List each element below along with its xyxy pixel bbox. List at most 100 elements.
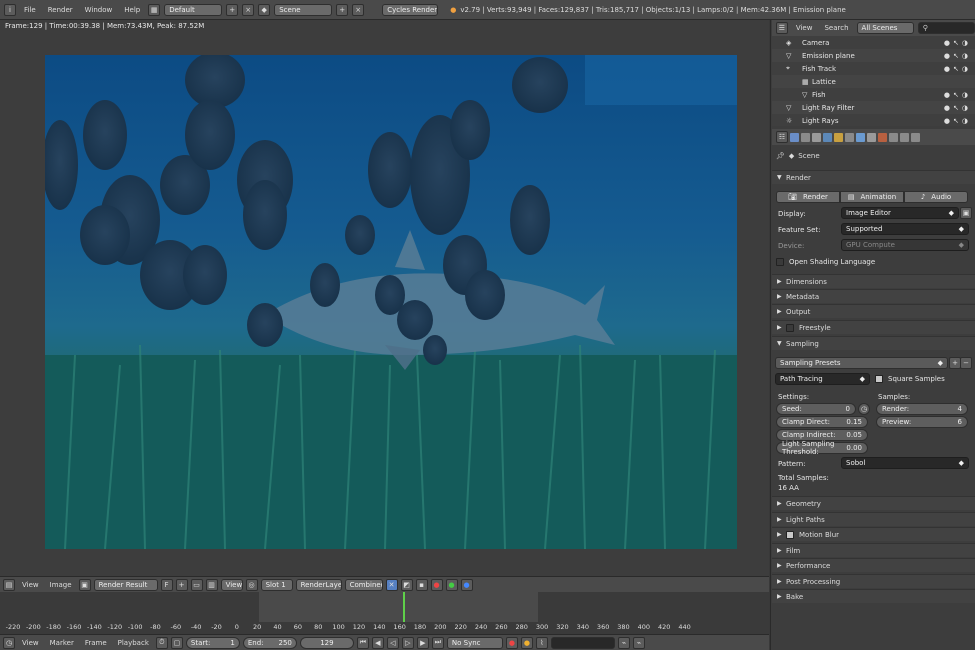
menu-view[interactable]: View [18,581,43,589]
outliner-item-light-ray-filter[interactable]: ▽ Light Ray Filter ●↖◑ [772,101,975,114]
display-selector[interactable]: Image Editor ◆ [841,207,959,219]
outliner-item-emission-plane[interactable]: ▽ Emission plane ●↖◑ [772,49,975,62]
outliner-search-field[interactable]: ⚲ [917,22,975,34]
add-scene-icon[interactable]: + [336,3,349,16]
end-frame-field[interactable]: End: 250 [242,636,297,649]
bake-panel-header[interactable]: ▶ Bake [772,589,975,603]
menu-render[interactable]: Render [44,6,77,14]
output-panel-header[interactable]: ▶ Output [772,304,975,318]
outliner-display-mode[interactable]: All Scenes [856,22,914,34]
view-mode-selector[interactable]: View [220,578,243,591]
modifiers-tab-icon[interactable] [856,132,865,142]
fake-user-icon[interactable]: F [160,578,173,591]
menu-playback[interactable]: Playback [114,639,153,647]
device-selector[interactable]: GPU Compute ◆ [841,239,969,251]
keying-set-icon[interactable]: ● [520,636,533,649]
alpha-icon[interactable]: ◩ [400,578,413,591]
keying-set-field[interactable] [550,636,615,649]
render-button[interactable]: 📷︎ Render [776,191,840,203]
render-panel-header[interactable]: ▼ Render [772,170,975,184]
image-name-field[interactable]: Render Result [93,578,158,591]
seed-field[interactable]: Seed: 0 [776,403,856,415]
lock-icon[interactable]: ▢ [170,636,183,649]
menu-image[interactable]: Image [46,581,76,589]
menu-help[interactable]: Help [120,6,144,14]
render-engine-selector[interactable]: Cycles Render [382,3,439,16]
z-buffer-icon[interactable]: ▪ [415,578,428,591]
info-editor-icon[interactable]: i [4,3,16,16]
view-mode-icon[interactable]: ▥ [205,578,218,591]
red-channel-icon[interactable]: ● [430,578,443,591]
render-layer-selector[interactable]: RenderLayer [295,578,342,591]
add-layout-icon[interactable]: + [226,3,239,16]
new-image-icon[interactable]: + [175,578,188,591]
freestyle-panel-header[interactable]: ▶ Freestyle [772,320,975,334]
timeline-editor-icon[interactable]: ◷ [3,636,15,649]
remove-scene-icon[interactable]: × [352,3,365,16]
start-frame-field[interactable]: Start: 1 [185,636,240,649]
pin-icon[interactable]: 📌︎ [776,152,785,160]
animated-seed-icon[interactable]: ◷ [858,403,870,415]
properties-editor-icon[interactable]: ☷ [776,131,788,143]
prev-keyframe-icon[interactable]: ◀ [371,636,384,649]
preview-range-icon[interactable]: ⏱ [155,636,168,649]
outliner-item-lattice[interactable]: ▦ Lattice [772,75,975,88]
visibility-icon[interactable]: ●↖◑ [944,117,971,125]
menu-frame[interactable]: Frame [81,639,111,647]
delete-keyframe-icon[interactable]: ⌁ [632,636,645,649]
display-channels-icon[interactable]: ✕ [385,578,398,591]
motion-blur-panel-header[interactable]: ▶ Motion Blur [772,527,975,541]
lock-interface-icon[interactable]: ▣ [960,207,972,219]
texture-tab-icon[interactable] [889,132,898,142]
feature-set-selector[interactable]: Supported ◆ [841,223,969,235]
metadata-panel-header[interactable]: ▶ Metadata [772,289,975,303]
open-image-icon[interactable]: ▭ [190,578,203,591]
preview-samples-field[interactable]: Preview: 6 [876,416,968,428]
pattern-selector[interactable]: Sobol ◆ [841,457,969,469]
visibility-icon[interactable]: ●↖◑ [944,52,971,60]
film-panel-header[interactable]: ▶ Film [772,543,975,557]
render-tab-icon[interactable] [790,132,799,142]
light-threshold-field[interactable]: Light Sampling Threshold: 0.00 [776,440,868,456]
physics-tab-icon[interactable] [911,132,920,142]
slot-selector[interactable]: Slot 1 [260,578,293,591]
play-reverse-icon[interactable]: ◁ [386,636,399,649]
remove-preset-icon[interactable]: − [960,357,972,369]
scene-tab-icon[interactable] [812,132,821,142]
light-paths-panel-header[interactable]: ▶ Light Paths [772,512,975,526]
image-browse-icon[interactable]: ▣ [78,578,91,591]
menu-window[interactable]: Window [81,6,117,14]
green-channel-icon[interactable]: ● [445,578,458,591]
insert-keyframe-icon[interactable]: ⌁ [617,636,630,649]
visibility-icon[interactable]: ●↖◑ [944,39,971,47]
record-icon[interactable]: ● [505,636,518,649]
menu-view-timeline[interactable]: View [18,639,43,647]
freestyle-checkbox[interactable] [786,323,794,332]
outliner-item-camera[interactable]: ◈ Camera ●↖◑ [772,36,975,49]
editor-type-icon[interactable]: ▤ [3,578,15,591]
motion-blur-checkbox[interactable] [786,530,794,539]
scene-selector[interactable]: Scene [274,3,333,16]
outliner-search-menu[interactable]: Search [820,24,852,32]
dimensions-panel-header[interactable]: ▶ Dimensions [772,274,975,288]
outliner-item-fish-track[interactable]: ⌖ Fish Track ●↖◑ [772,62,975,75]
sampling-panel-header[interactable]: ▼ Sampling [772,336,975,350]
jump-end-icon[interactable]: ⏭ [431,636,444,649]
menu-file[interactable]: File [20,6,40,14]
pivot-icon[interactable]: ◎ [245,578,258,591]
next-keyframe-icon[interactable]: ▶ [416,636,429,649]
outliner-item-light-rays[interactable]: ☼ Light Rays ●↖◑ [772,114,975,127]
animation-button[interactable]: ▤ Animation [840,191,904,203]
outliner-view-menu[interactable]: View [792,24,817,32]
timeline-current-frame-cursor[interactable] [403,592,405,624]
render-samples-field[interactable]: Render: 4 [876,403,968,415]
jump-start-icon[interactable]: ⏮ [356,636,369,649]
layout-icon[interactable]: ▦ [148,3,161,16]
outliner-item-fish[interactable]: ▽ Fish ●↖◑ [772,88,975,101]
geometry-panel-header[interactable]: ▶ Geometry [772,496,975,510]
square-samples-check[interactable] [875,375,883,383]
current-frame-field[interactable]: 129 [299,636,354,649]
visibility-icon[interactable]: ●↖◑ [944,65,971,73]
layout-selector[interactable]: Default [164,3,223,16]
clamp-direct-field[interactable]: Clamp Direct: 0.15 [776,416,868,428]
